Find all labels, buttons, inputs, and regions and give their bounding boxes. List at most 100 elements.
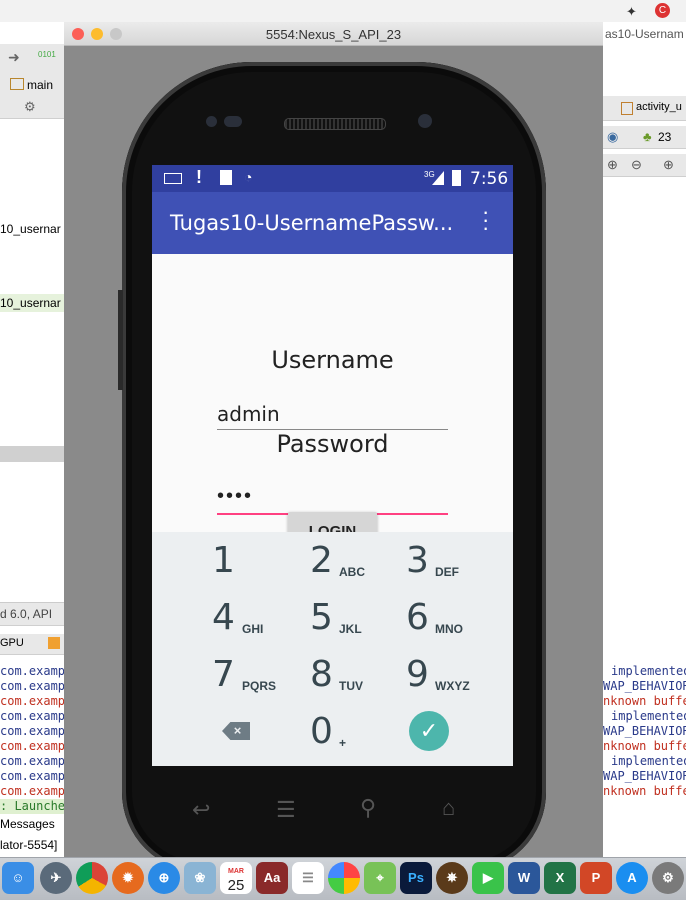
key-letters: MNO — [435, 622, 463, 636]
log-line: com.exampl — [0, 664, 64, 678]
reminders-icon[interactable]: ☰ — [292, 862, 324, 894]
emulator-tab[interactable]: lator-5554] — [0, 838, 57, 852]
username-field[interactable]: admin — [217, 385, 448, 431]
search-icon[interactable]: ⚲ — [360, 795, 376, 821]
key-letters: PQRS — [242, 679, 277, 693]
zoom-out-icon[interactable]: ⊖ — [631, 157, 642, 173]
photos-icon[interactable] — [328, 862, 360, 894]
log-line: com.exampl — [0, 679, 64, 693]
home-icon[interactable]: ⌂ — [442, 795, 455, 821]
android-studio-icon[interactable]: ⌖ — [364, 862, 396, 894]
key-number: 3 — [406, 540, 429, 581]
launchpad-icon[interactable]: ✈ — [40, 862, 72, 894]
sensor-icon — [206, 116, 217, 127]
menu-icon[interactable]: ☰ — [276, 797, 296, 823]
run-config-label[interactable]: d 6.0, API — [0, 607, 52, 621]
camera-icon — [418, 114, 432, 128]
key-0[interactable]: 0 + — [272, 703, 392, 760]
key-3[interactable]: 3 DEF — [392, 532, 513, 589]
globe-icon[interactable]: ◉ — [607, 129, 618, 145]
overflow-menu-icon[interactable]: · · · — [482, 201, 489, 239]
log-line: WAP_BEHAVIOR — [603, 724, 686, 738]
monitor-toolbar: GPU — [0, 634, 64, 655]
side-button[interactable] — [118, 290, 123, 390]
android-icon[interactable]: ♣ — [643, 129, 652, 144]
zoom-fit-icon[interactable]: ⊕ — [607, 157, 618, 173]
project-item[interactable]: 10_usernar — [0, 222, 61, 236]
binary-icon[interactable]: 0101 — [38, 50, 56, 59]
emulator-titlebar[interactable]: 5554:Nexus_S_API_23 — [64, 22, 603, 46]
key-letters: JKL — [339, 622, 362, 636]
log-line: implemented — [611, 664, 686, 678]
key-6[interactable]: 6 MNO — [392, 589, 513, 646]
preview-icon[interactable]: ❀ — [184, 862, 216, 894]
log-line: com.exampl — [0, 754, 64, 768]
tab-activity[interactable]: activity_u — [636, 101, 682, 113]
log-line: com.exampl — [0, 739, 64, 753]
sync-icon: ◔ — [244, 169, 253, 185]
username-value: admin — [217, 402, 280, 426]
photoshop-icon[interactable]: Ps — [400, 862, 432, 894]
key-number: 1 — [212, 540, 235, 581]
breadcrumb-main[interactable]: main — [27, 78, 53, 92]
key-2[interactable]: 2 ABC — [272, 532, 392, 589]
key-1[interactable]: 1 — [152, 532, 272, 589]
log-line: nknown buffe — [603, 739, 686, 753]
ide-subtoolbar: ⚙ — [0, 96, 64, 119]
dropbox-icon[interactable]: ✦ — [626, 4, 637, 20]
key-8[interactable]: 8 TUV — [272, 646, 392, 703]
powerpoint-icon[interactable]: P — [580, 862, 612, 894]
key-4[interactable]: 4 GHI — [152, 589, 272, 646]
facetime-icon[interactable]: ▶ — [472, 862, 504, 894]
sensor-icon — [224, 116, 242, 127]
app-store-icon[interactable]: A — [616, 862, 648, 894]
game-icon[interactable]: ✵ — [436, 862, 468, 894]
api-level[interactable]: 23 — [658, 130, 671, 144]
key-9[interactable]: 9 WXYZ — [392, 646, 513, 703]
backspace-key[interactable]: × — [152, 703, 272, 760]
signal-icon — [432, 171, 444, 185]
sd-card-icon — [220, 170, 232, 185]
key-letters: ABC — [339, 565, 365, 579]
scrollbar[interactable] — [0, 446, 64, 462]
messages-tab[interactable]: Messages — [0, 817, 55, 831]
excel-icon[interactable]: X — [544, 862, 576, 894]
log-line: implemented — [611, 709, 686, 723]
app-status-icon[interactable]: C — [655, 3, 670, 18]
finder-icon[interactable]: ☺ — [2, 862, 34, 894]
word-icon[interactable]: W — [508, 862, 540, 894]
log-line: nknown buffe — [603, 784, 686, 798]
done-key[interactable]: ✓ — [392, 703, 513, 760]
log-line: com.exampl — [0, 769, 64, 783]
log-line: com.exampl — [0, 709, 64, 723]
key-letters: WXYZ — [435, 679, 470, 693]
monitor-icon[interactable] — [48, 637, 60, 649]
key-7[interactable]: 7 PQRS — [152, 646, 276, 703]
editor-tabs: activity_u — [603, 96, 686, 121]
project-item[interactable]: 10_usernar — [0, 294, 64, 312]
key-number: 4 — [212, 597, 235, 638]
key-number: 5 — [310, 597, 333, 638]
device-screen: ! ◔ 3G 7:56 Tugas10-UsernamePassw... · · ·… — [152, 165, 513, 766]
key-5[interactable]: 5 JKL — [272, 589, 392, 646]
zoom-in-icon[interactable]: ⊕ — [663, 157, 674, 173]
dictionary-icon[interactable]: Aa — [256, 862, 288, 894]
password-field[interactable]: •••• — [217, 469, 448, 515]
calendar-icon[interactable]: MAR 25 — [220, 862, 252, 894]
safari-icon[interactable]: ⊕ — [148, 862, 180, 894]
firefox-icon[interactable]: ✹ — [112, 862, 144, 894]
gear-icon[interactable]: ⚙ — [24, 99, 36, 115]
launched-line: : Launched c — [0, 799, 64, 814]
calendar-day: 25 — [227, 877, 245, 894]
password-value: •••• — [217, 485, 254, 507]
back-icon[interactable]: ↩ — [192, 797, 210, 823]
log-line: com.exampl — [0, 694, 64, 708]
dock: ☺ ✈ ✹ ⊕ ❀ MAR 25 Aa ☰ ⌖ Ps ✵ ▶ W X P A ⚙ — [0, 857, 686, 900]
key-letters: + — [339, 736, 347, 750]
chrome-icon[interactable] — [76, 862, 108, 894]
key-letters: GHI — [242, 622, 264, 636]
forward-arrow-icon[interactable]: ➜ — [8, 49, 20, 66]
gpu-tab[interactable]: GPU — [0, 637, 24, 649]
key-number: 6 — [406, 597, 429, 638]
system-preferences-icon[interactable]: ⚙ — [652, 862, 684, 894]
